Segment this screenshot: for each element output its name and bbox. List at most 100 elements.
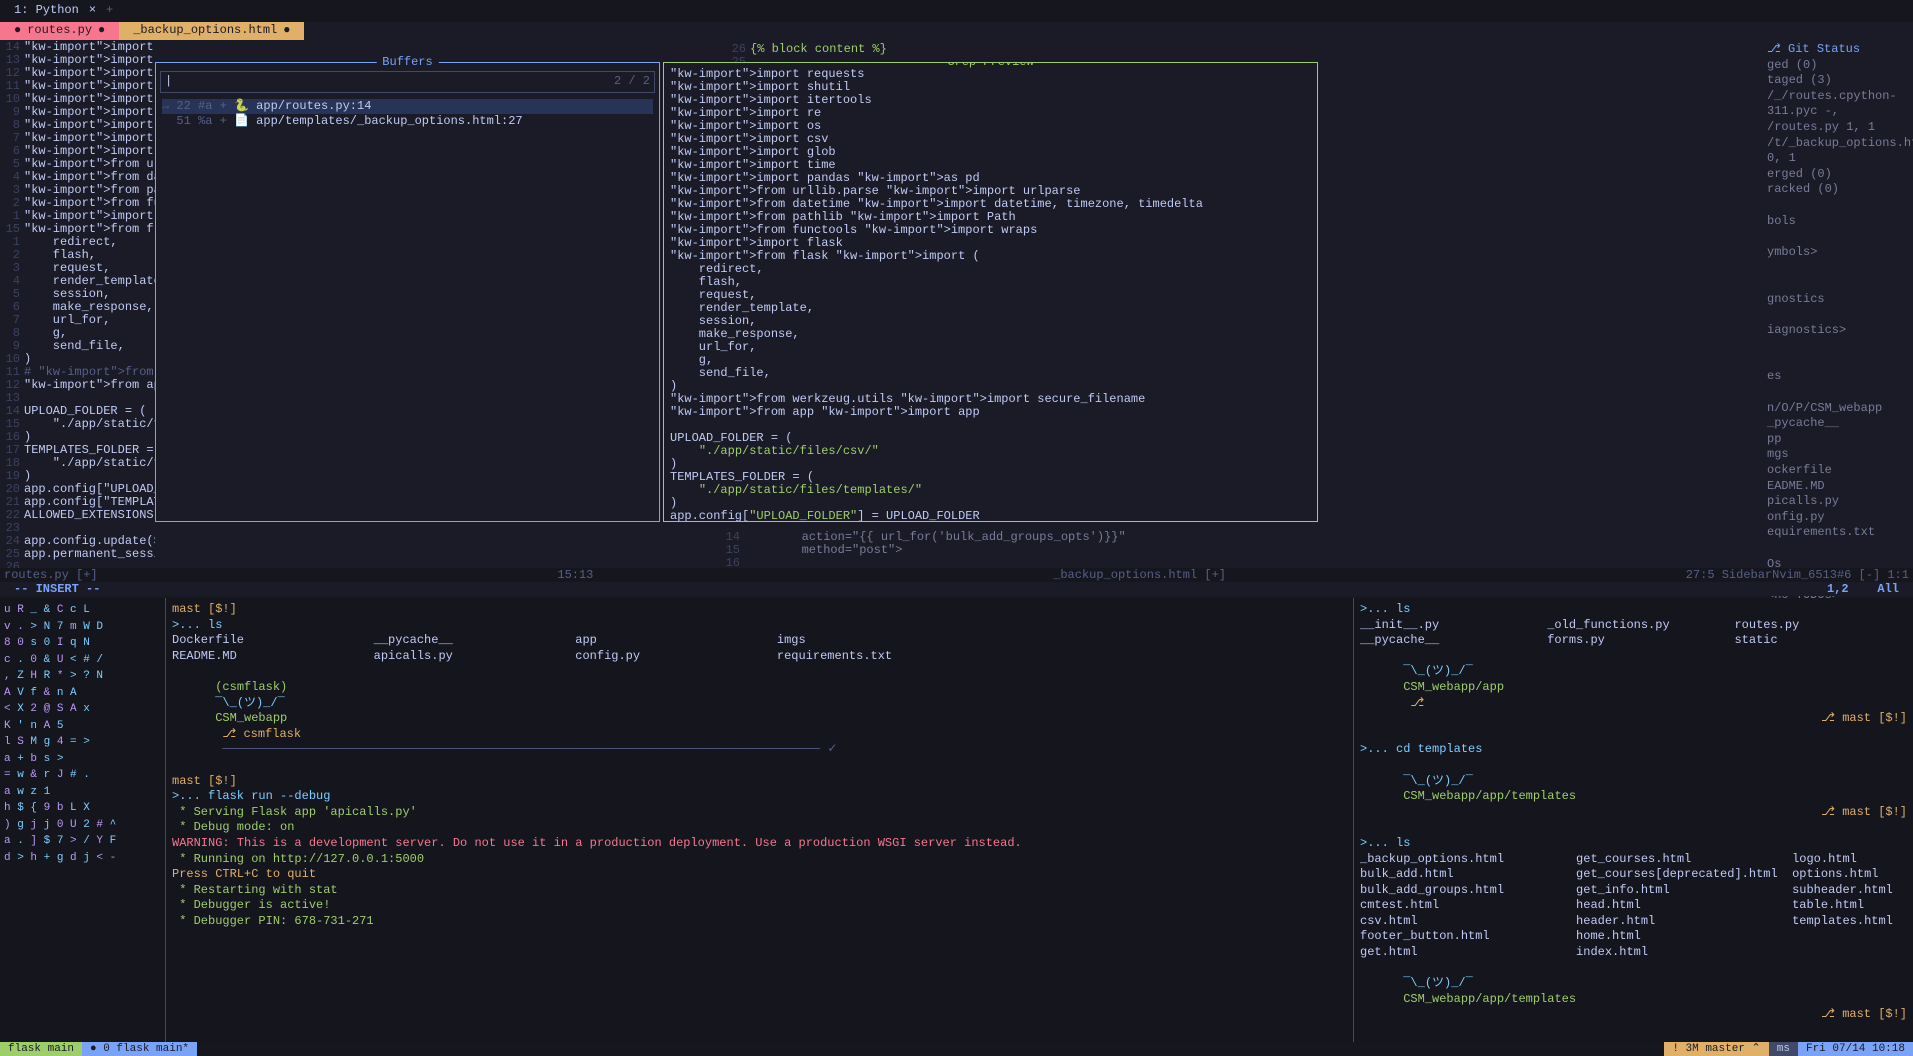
grep-title: Grep Preview	[941, 62, 1039, 71]
sidebar-item[interactable]: es	[1767, 369, 1909, 385]
code-line[interactable]: 23	[0, 521, 155, 534]
code-line[interactable]: 10)	[0, 352, 155, 365]
code-line[interactable]: 19)	[0, 469, 155, 482]
sidebar-item[interactable]	[1767, 354, 1909, 370]
code-line[interactable]: 18 "./app/static/fil	[0, 456, 155, 469]
terminal-area: u R _ & C c L v . > N 7 m W D 8 0 s 0 I …	[0, 598, 1913, 1044]
tmux-window[interactable]: ● 0 flask main*	[82, 1042, 197, 1056]
buffer-search-input[interactable]: | 2 / 2	[160, 71, 655, 93]
preview-line: session,	[670, 314, 1311, 327]
code-line[interactable]: 3"kw-import">from pathlib "kw-import">im…	[0, 183, 155, 196]
code-line[interactable]: 15"kw-import">from flask "kw-import">imp…	[0, 222, 155, 235]
sidebar-item[interactable]: n/O/P/CSM_webapp	[1767, 401, 1909, 417]
prompt-face-icon: ¯\_(ツ)_/¯	[1403, 976, 1473, 990]
code-line[interactable]: 8 g,	[0, 326, 155, 339]
code-line[interactable]: 1"kw-import">import flask ■ [*	[0, 209, 155, 222]
code-line[interactable]: 7"kw-import">import time	[0, 131, 155, 144]
buffer-item[interactable]: → 22 #a + 🐍 app/routes.py:14	[162, 99, 653, 115]
code-line[interactable]: 8"kw-import">import glob	[0, 118, 155, 131]
sidebar-item[interactable]: mgs	[1767, 447, 1909, 463]
sidebar-item[interactable]	[1767, 276, 1909, 292]
sidebar-item[interactable]: equirements.txt	[1767, 525, 1909, 541]
code-line[interactable]: 22ALLOWED_EXTENSIONS =	[0, 508, 155, 521]
code-line[interactable]: 14UPLOAD_FOLDER = (	[0, 404, 155, 417]
sidebar-item[interactable]: onfig.py	[1767, 510, 1909, 526]
sidebar-item[interactable]: /routes.py 1, 1	[1767, 120, 1909, 136]
preview-line	[670, 418, 1311, 431]
sidebar-item[interactable]	[1767, 541, 1909, 557]
code-line[interactable]: 21app.config["TEMPLATES	[0, 495, 155, 508]
code-line[interactable]: 24app.config.update(SEC	[0, 534, 155, 547]
code-line[interactable]: 9"kw-import">import csv	[0, 105, 155, 118]
sidebar-item[interactable]	[1767, 198, 1909, 214]
sidebar-item[interactable]	[1767, 307, 1909, 323]
code-line[interactable]: 3 request,	[0, 261, 155, 274]
close-icon[interactable]: ×	[89, 3, 96, 19]
preview-line: )	[670, 379, 1311, 392]
left-editor-pane[interactable]: 14"kw-import">import requests13"kw-impor…	[0, 40, 155, 590]
code-line[interactable]: 4"kw-import">from datetime "kw-import">i…	[0, 170, 155, 183]
add-tab-icon[interactable]: +	[106, 3, 113, 19]
git-icon: ⎇	[1410, 696, 1424, 710]
preview-line: "./app/static/files/templates/"	[670, 483, 1311, 496]
code-line[interactable]: 20app.config["UPLOAD_FO	[0, 482, 155, 495]
sidebar-item[interactable]: /_/routes.cpython-311.pyc -,	[1767, 89, 1909, 120]
code-line[interactable]: 5"kw-import">from urllib.parse imp	[0, 157, 155, 170]
git-branch: mast [$!]	[172, 602, 237, 616]
sidebar-item[interactable]: iagnostics>	[1767, 323, 1909, 339]
code-line[interactable]: 13	[0, 391, 155, 404]
tmux-status-bar: flask main ● 0 flask main* ! 3M master ⌃…	[0, 1042, 1913, 1056]
code-line[interactable]: 9 send_file,	[0, 339, 155, 352]
code-line[interactable]: 17TEMPLATES_FOLDER = (	[0, 443, 155, 456]
sidebar-item[interactable]: erged (0)	[1767, 167, 1909, 183]
sidebar-item[interactable]: gnostics	[1767, 292, 1909, 308]
sidebar-item[interactable]: ymbols>	[1767, 245, 1909, 261]
code-line[interactable]: 2 flash,	[0, 248, 155, 261]
code-line[interactable]: 6"kw-import">import pandas "kw-import">a…	[0, 144, 155, 157]
code-line[interactable]: 10"kw-import">import os	[0, 92, 155, 105]
sidebar-item[interactable]: EADME.MD	[1767, 479, 1909, 495]
code-line[interactable]: 15 "./app/static/fil	[0, 417, 155, 430]
code-line[interactable]: 13"kw-import">import shutil	[0, 53, 155, 66]
code-line[interactable]: 12"kw-import">from app "kw-import">impor…	[0, 378, 155, 391]
sidebar-item[interactable]: /t/_backup_options.html 0, 1	[1767, 136, 1909, 167]
tmux-ms: ms	[1769, 1042, 1798, 1056]
file-tab-backup[interactable]: _backup_options.html ●	[119, 22, 304, 40]
code-line[interactable]: 1 redirect,	[0, 235, 155, 248]
sidebar-item[interactable]	[1767, 260, 1909, 276]
sidebar-item[interactable]	[1767, 338, 1909, 354]
preview-line: "kw-import">from datetime "kw-import">im…	[670, 197, 1311, 210]
terminal-right[interactable]: >... ls __init__.py _old_functions.py ro…	[1353, 598, 1913, 1044]
code-line[interactable]: 7 url_for,	[0, 313, 155, 326]
code-line[interactable]: 6 make_response,	[0, 300, 155, 313]
sidebar-item[interactable]: taged (3)	[1767, 73, 1909, 89]
code-line[interactable]: 16)	[0, 430, 155, 443]
sidebar-item[interactable]: ged (0)	[1767, 58, 1909, 74]
sidebar-item[interactable]: ockerfile	[1767, 463, 1909, 479]
prompt-face-icon: ¯\_(ツ)_/¯	[1403, 774, 1473, 788]
code-line[interactable]: 11"kw-import">import re	[0, 79, 155, 92]
window-tab-bar: 1: Python × +	[0, 0, 1913, 22]
preview-line: "kw-import">from werkzeug.utils "kw-impo…	[670, 392, 1311, 405]
tmux-session[interactable]: flask main	[0, 1042, 82, 1056]
buffer-item[interactable]: 51 %a + 📄 app/templates/_backup_options.…	[162, 114, 653, 130]
code-line[interactable]: 5 session,	[0, 287, 155, 300]
sidebar-item[interactable]: picalls.py	[1767, 494, 1909, 510]
file-tab-routes[interactable]: ● routes.py ●	[0, 22, 119, 40]
code-line[interactable]: 11# "kw-import">from werkzeug.utils	[0, 365, 155, 378]
sidebar-item[interactable]: _pycache__	[1767, 416, 1909, 432]
code-line[interactable]: 2"kw-import">from functools "kw-import">…	[0, 196, 155, 209]
code-line[interactable]: 12"kw-import">import itertools	[0, 66, 155, 79]
preview-line: "kw-import">from pathlib "kw-import">imp…	[670, 210, 1311, 223]
sidebar-item[interactable]: bols	[1767, 214, 1909, 230]
sidebar-item[interactable]: pp	[1767, 432, 1909, 448]
terminal-left[interactable]: mast [$!] >... ls Dockerfile __pycache__…	[165, 598, 1353, 1044]
sidebar-item[interactable]: racked (0)	[1767, 182, 1909, 198]
sidebar-item[interactable]	[1767, 229, 1909, 245]
code-line[interactable]: 25app.permanent_session	[0, 547, 155, 560]
sidebar-item[interactable]	[1767, 385, 1909, 401]
git-indicator: ⎇ csmflask	[222, 727, 301, 741]
code-line[interactable]: 4 render_template,	[0, 274, 155, 287]
window-tab[interactable]: 1: Python	[4, 1, 89, 21]
code-line[interactable]: 14"kw-import">import requests	[0, 40, 155, 53]
